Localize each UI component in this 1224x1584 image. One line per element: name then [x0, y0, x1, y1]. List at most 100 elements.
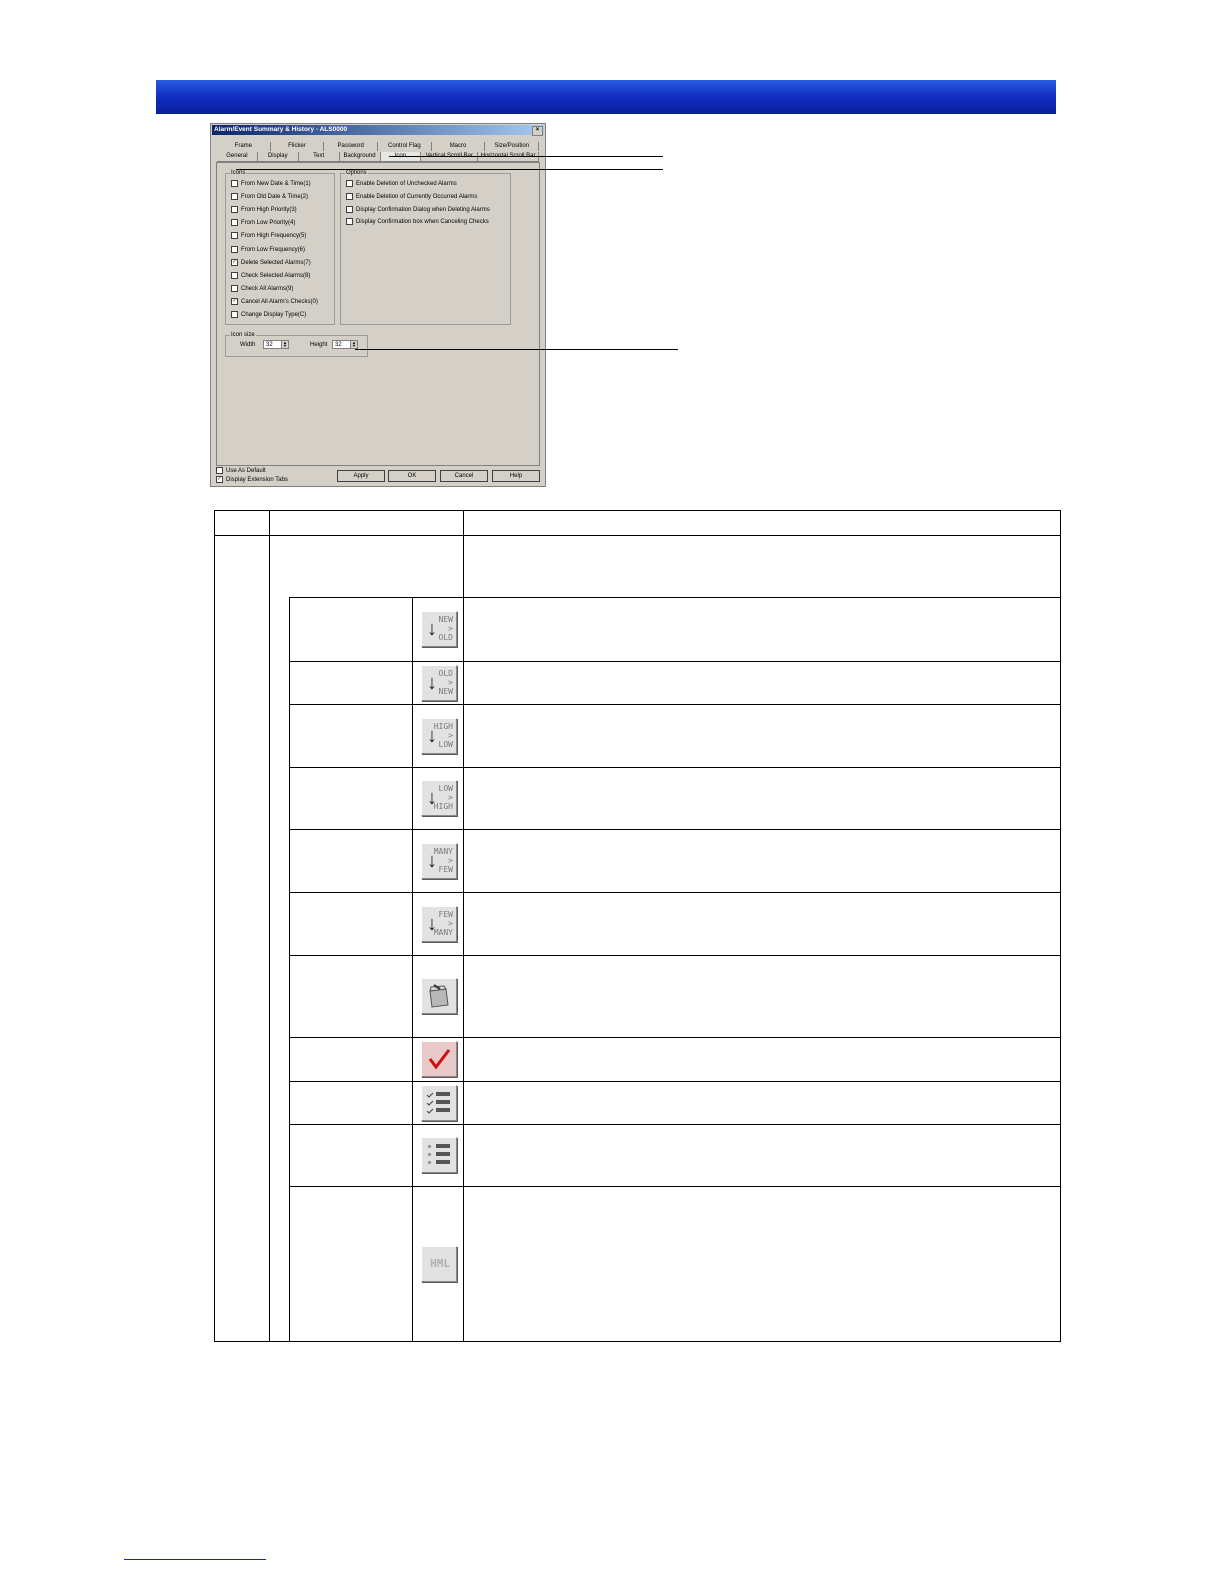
checkbox-box[interactable] — [231, 311, 238, 318]
icon-option-label: From Low Frequency(6) — [241, 246, 306, 253]
option-checkbox[interactable]: Enable Deletion of Currently Occurred Al… — [346, 192, 478, 201]
icon-option-label: Delete Selected Alarms(7) — [241, 259, 311, 266]
checkbox-box[interactable] — [346, 205, 353, 213]
option-label: Display Confirmation Dialog when Deletin… — [356, 206, 490, 213]
icon-size-group: Icon size Width 32 ▲ ▼ Height 32 ▲ ▼ — [225, 332, 368, 357]
sort-low-high-icon: ↓ LOW > HIGH — [421, 780, 457, 816]
width-spinner[interactable]: 32 ▲ ▼ — [263, 340, 289, 349]
check-all-icon — [421, 1085, 457, 1121]
tab-general[interactable]: General — [217, 152, 258, 161]
cancel-button[interactable]: Cancel — [440, 470, 488, 482]
checkbox-box[interactable] — [231, 271, 238, 279]
icon-option-checkbox[interactable]: Check Selected Alarms(8) — [231, 271, 311, 280]
tab-frame[interactable]: Frame — [217, 142, 271, 151]
icon-option-label: Check Selected Alarms(8) — [241, 272, 311, 279]
checkbox-box[interactable]: ✓ — [231, 297, 238, 305]
option-label: Enable Deletion of Unchecked Alarms — [356, 181, 457, 188]
icon-caption: FEW > MANY — [433, 910, 453, 937]
icon-option-checkbox[interactable]: ✓ Delete Selected Alarms(7) — [231, 258, 311, 267]
delete-alarms-icon — [421, 978, 457, 1014]
icon-option-checkbox[interactable]: ✓ Cancel All Alarm's Checks(0) — [231, 297, 318, 306]
icon-option-checkbox[interactable]: From High Frequency(5) — [231, 232, 306, 240]
row-divider — [289, 704, 1060, 705]
icon-tab-panel: Icons From New Date & Time(1) From Old Da… — [216, 162, 540, 466]
icon-size-legend: Icon size — [230, 332, 256, 339]
sort-many-few-icon: ↓ MANY > FEW — [421, 843, 457, 879]
option-label: Enable Deletion of Currently Occurred Al… — [356, 193, 478, 200]
tab-text[interactable]: Text — [299, 152, 340, 161]
option-checkbox[interactable]: Enable Deletion of Unchecked Alarms — [346, 180, 457, 188]
footer-link-underline — [124, 1559, 266, 1560]
icon-option-label: From High Frequency(5) — [241, 233, 307, 240]
row-divider — [289, 1081, 1060, 1082]
row-divider — [289, 955, 1060, 956]
options-group: Options Enable Deletion of Unchecked Ala… — [340, 170, 511, 325]
checkbox-box[interactable] — [231, 245, 238, 253]
icon-option-checkbox[interactable]: Change Display Type(C) — [231, 311, 306, 319]
row-divider — [289, 1037, 1060, 1038]
checkbox-box[interactable] — [216, 467, 223, 474]
alarm-event-dialog: Alarm/Event Summary & History - ALS0000 … — [210, 123, 546, 487]
width-label: Width — [240, 342, 256, 348]
option-checkbox[interactable]: Display Confirmation box when Canceling … — [346, 218, 489, 226]
tab-control-flag[interactable]: Control Flag — [378, 142, 432, 151]
tab-flicker[interactable]: Flicker — [271, 142, 325, 151]
help-button[interactable]: Help — [492, 470, 540, 482]
checkbox-box[interactable] — [231, 206, 238, 214]
sort-high-low-icon: ↓ HIGH > LOW — [421, 718, 457, 754]
icon-option-label: Cancel All Alarm's Checks(0) — [241, 298, 318, 305]
checkbox-box[interactable] — [231, 219, 238, 227]
ok-button[interactable]: OK — [388, 470, 436, 482]
icon-option-label: From High Priority(3) — [241, 207, 297, 214]
close-button[interactable]: × — [532, 126, 543, 136]
check-selected-icon — [421, 1041, 457, 1077]
icon-option-label: From Low Priority(4) — [241, 220, 296, 227]
checkbox-box[interactable] — [231, 180, 238, 187]
dialog-titlebar[interactable]: Alarm/Event Summary & History - ALS0000 … — [212, 125, 544, 136]
width-value: 32 — [266, 342, 273, 348]
tab-display[interactable]: Display — [258, 152, 299, 161]
icons-group-legend: Icons — [230, 170, 247, 177]
apply-button[interactable]: Apply — [337, 470, 385, 482]
icon-caption: HML — [430, 1257, 450, 1270]
column-divider — [463, 511, 464, 1341]
down-arrow-icon: ↓ — [427, 672, 437, 694]
checkbox-box[interactable] — [346, 218, 353, 226]
checkbox-box[interactable] — [231, 232, 238, 240]
options-group-legend: Options — [345, 170, 368, 177]
checkbox-box[interactable]: ✓ — [231, 258, 238, 266]
icon-option-checkbox[interactable]: From Old Date & Time(2) — [231, 193, 308, 201]
use-as-default-checkbox[interactable]: Use As Default — [216, 467, 266, 475]
icon-option-label: From New Date & Time(1) — [241, 181, 311, 188]
hml-display-type-icon: HML — [421, 1246, 457, 1282]
spinner-arrows-icon[interactable]: ▲ ▼ — [350, 341, 357, 348]
checkbox-box[interactable] — [231, 193, 238, 201]
checkbox-box[interactable] — [346, 192, 353, 200]
row-divider — [289, 892, 1060, 893]
tab-background[interactable]: Background — [340, 152, 381, 161]
tab-macro[interactable]: Macro — [432, 142, 486, 151]
option-checkbox[interactable]: Display Confirmation Dialog when Deletin… — [346, 205, 490, 214]
row-divider — [289, 597, 1060, 598]
icon-caption: NEW > OLD — [438, 615, 453, 642]
icon-option-checkbox[interactable]: From High Priority(3) — [231, 206, 297, 214]
tab-row-1: Frame Flicker Password Control Flag Macr… — [217, 142, 540, 151]
display-extension-tabs-checkbox[interactable]: ✓ Display Extension Tabs — [216, 476, 288, 484]
row-divider — [289, 1124, 1060, 1125]
checkbox-box[interactable] — [231, 284, 238, 292]
tab-size-position[interactable]: Size/Position — [485, 142, 540, 151]
height-spinner[interactable]: 32 ▲ ▼ — [332, 340, 358, 349]
column-divider — [289, 597, 290, 1341]
tab-password[interactable]: Password — [324, 142, 379, 151]
height-value: 32 — [335, 342, 342, 348]
icon-option-checkbox[interactable]: Check All Alarms(9) — [231, 284, 293, 293]
checkbox-box[interactable]: ✓ — [216, 476, 223, 483]
icon-option-checkbox[interactable]: From New Date & Time(1) — [231, 180, 311, 188]
checkbox-box[interactable] — [346, 180, 353, 187]
down-arrow-icon: ↓ — [427, 618, 437, 640]
icon-caption: OLD > NEW — [438, 669, 453, 696]
icon-option-checkbox[interactable]: From Low Priority(4) — [231, 219, 295, 227]
icon-option-checkbox[interactable]: From Low Frequency(6) — [231, 245, 306, 254]
spinner-arrows-icon[interactable]: ▲ ▼ — [281, 341, 288, 348]
icon-caption: MANY > FEW — [433, 847, 453, 874]
